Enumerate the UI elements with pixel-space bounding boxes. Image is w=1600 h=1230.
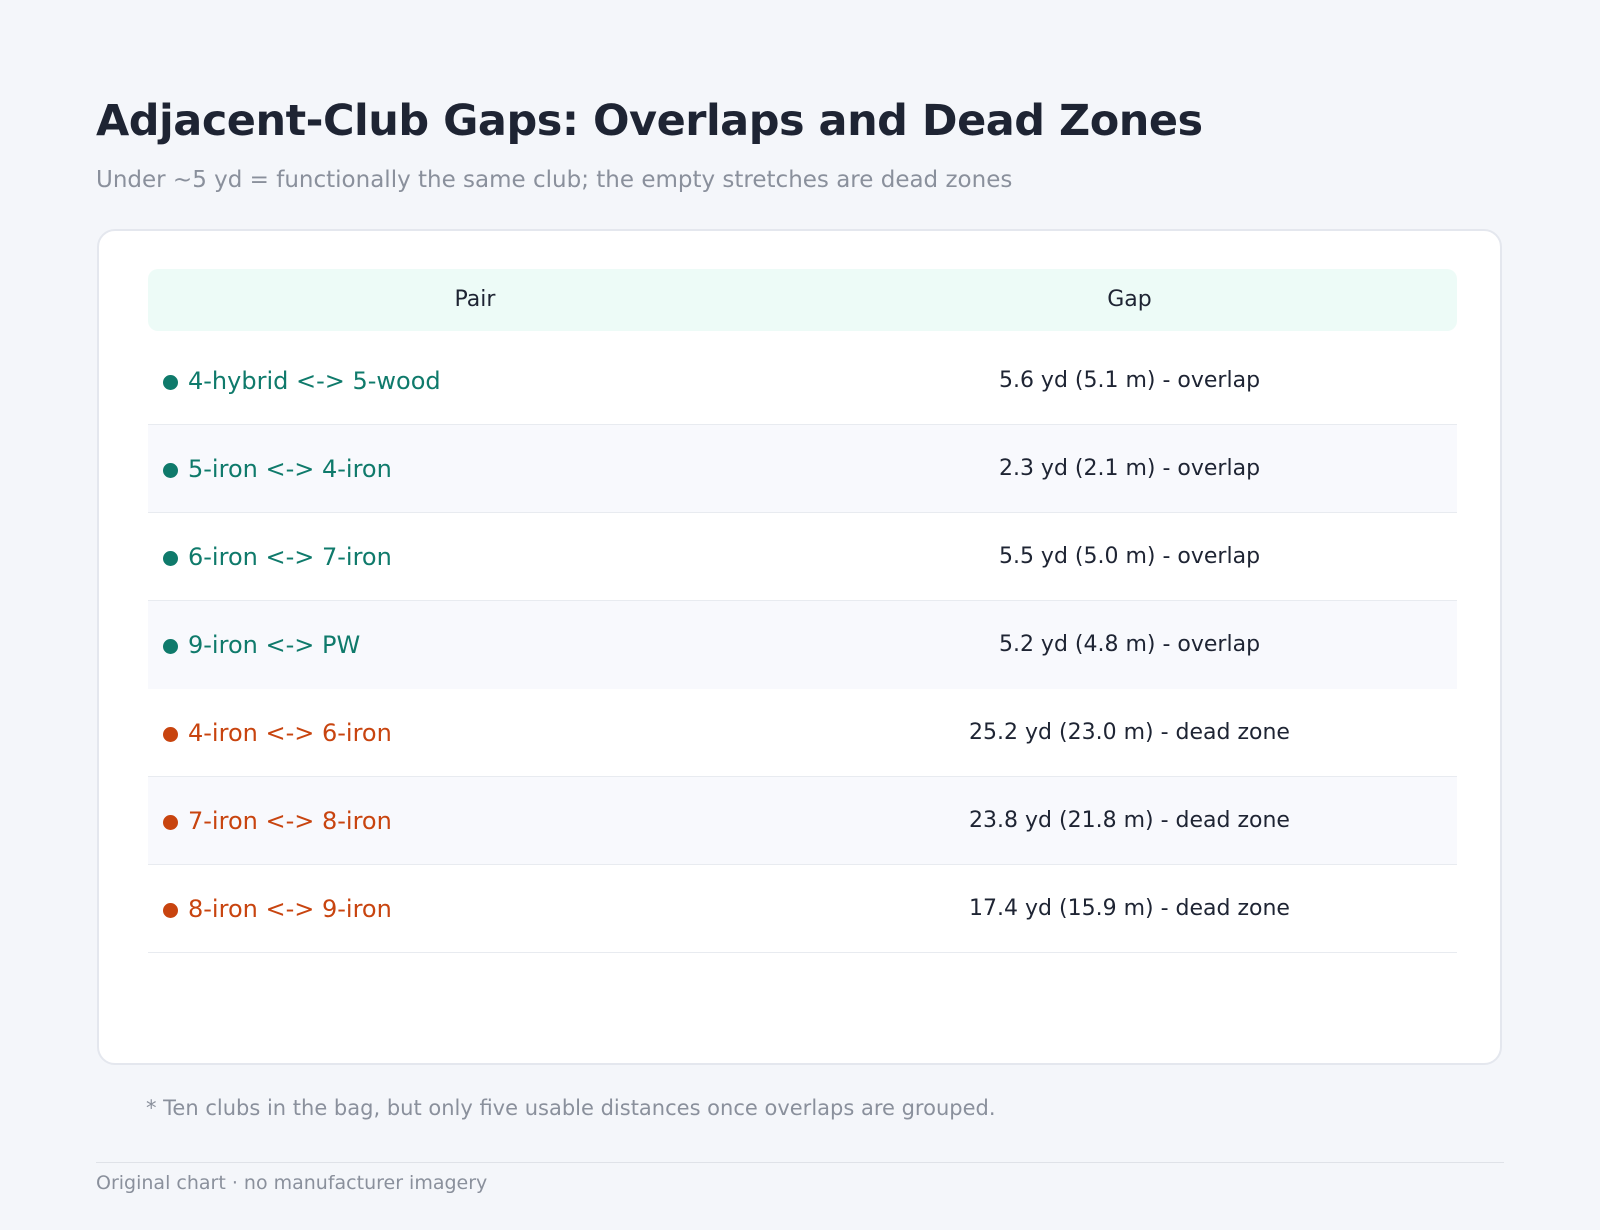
table-row: 7-iron <-> 8-iron 23.8 yd (21.8 m) - dead…: [148, 777, 1457, 865]
column-header-gap: Gap: [1107, 287, 1152, 312]
gap-value: 5.2 yd (4.8 m) - overlap: [998, 632, 1261, 657]
gap-value: 25.2 yd (23.0 m) - dead zone: [969, 720, 1290, 745]
gap-value: 17.4 yd (15.9 m) - dead zone: [969, 896, 1290, 921]
gap-value: 23.8 yd (21.8 m) - dead zone: [969, 808, 1290, 833]
table-row: 9-iron <-> PW 5.2 yd (4.8 m) - overlap: [148, 601, 1457, 689]
table-card: Pair Gap 4-hybrid <-> 5-wood 5.6 yd (5.1 …: [97, 229, 1502, 1065]
pair-label: 6-iron <-> 7-iron: [188, 543, 392, 571]
gap-value: 2.3 yd (2.1 m) - overlap: [998, 456, 1261, 481]
table-row: 4-iron <-> 6-iron 25.2 yd (23.0 m) - dead…: [148, 689, 1457, 777]
dead-zone-dot-icon: [163, 903, 178, 918]
dead-zone-dot-icon: [163, 815, 178, 830]
table-row: 8-iron <-> 9-iron 17.4 yd (15.9 m) - dead…: [148, 865, 1457, 953]
footer-divider: [96, 1162, 1504, 1163]
overlap-dot-icon: [163, 375, 178, 390]
gap-value: 5.5 yd (5.0 m) - overlap: [998, 544, 1261, 569]
table-body: 4-hybrid <-> 5-wood 5.6 yd (5.1 m) - over…: [148, 337, 1457, 953]
pair-label: 9-iron <-> PW: [188, 631, 361, 659]
table-row: 4-hybrid <-> 5-wood 5.6 yd (5.1 m) - over…: [148, 337, 1457, 425]
pair-label: 7-iron <-> 8-iron: [188, 807, 392, 835]
footnote: * Ten clubs in the bag, but only five us…: [146, 1096, 996, 1120]
pair-label: 4-hybrid <-> 5-wood: [188, 367, 441, 395]
pair-label: 5-iron <-> 4-iron: [188, 455, 392, 483]
gap-value: 5.6 yd (5.1 m) - overlap: [998, 368, 1261, 393]
chart-subtitle: Under ~5 yd = functionally the same club…: [96, 167, 1013, 193]
credit-line: Original chart · no manufacturer imagery: [96, 1172, 488, 1194]
chart-title: Adjacent-Club Gaps: Overlaps and Dead Zo…: [96, 96, 1203, 146]
overlap-dot-icon: [163, 463, 178, 478]
table-row: 6-iron <-> 7-iron 5.5 yd (5.0 m) - overla…: [148, 513, 1457, 601]
pair-label: 4-iron <-> 6-iron: [188, 719, 392, 747]
table-header: Pair Gap: [148, 269, 1457, 331]
overlap-dot-icon: [163, 551, 178, 566]
table-row: 5-iron <-> 4-iron 2.3 yd (2.1 m) - overla…: [148, 425, 1457, 513]
pair-label: 8-iron <-> 9-iron: [188, 895, 392, 923]
column-header-pair: Pair: [454, 287, 496, 312]
overlap-dot-icon: [163, 639, 178, 654]
dead-zone-dot-icon: [163, 727, 178, 742]
